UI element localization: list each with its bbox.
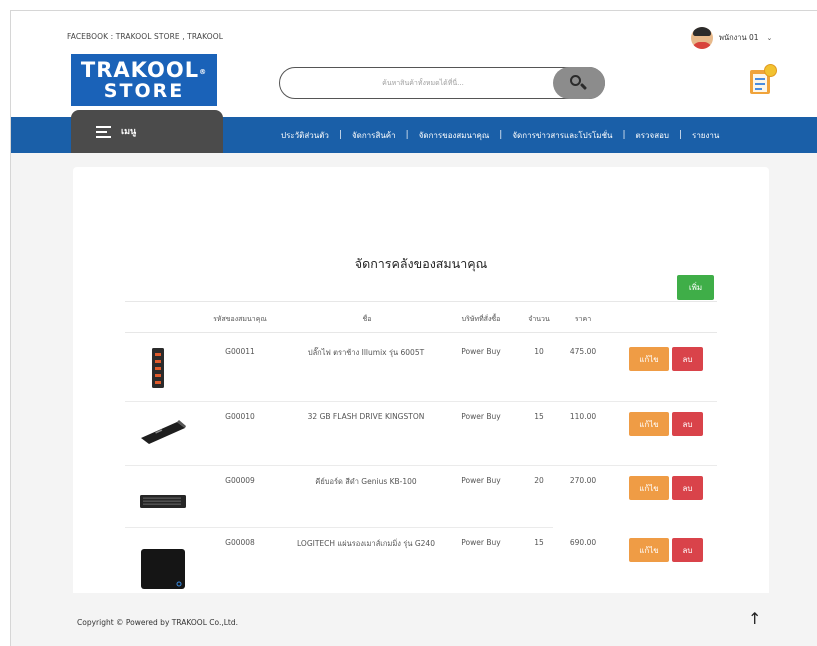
chevron-down-icon[interactable]: ⌄ <box>767 34 773 42</box>
nav-item-products[interactable]: จัดการสินค้า <box>352 129 396 142</box>
copyright-text: Copyright © Powered by TRAKOOL Co.,Ltd. <box>77 618 238 627</box>
search-bar <box>279 67 605 99</box>
flash-drive-image <box>139 418 187 444</box>
logo-line1: TRAKOOL <box>80 58 200 82</box>
nav-separator: | <box>338 130 342 140</box>
gift-name: ปลั๊กไฟ ตราช้าง Illumix รุ่น 6005T <box>307 348 425 357</box>
nav-item-news[interactable]: จัดการข่าวสารและโปรโมชั่น <box>512 129 612 142</box>
store-logo[interactable]: TRAKOOL® STORE <box>71 54 217 106</box>
nav-item-inspect[interactable]: ตรวจสอบ <box>636 129 669 142</box>
nav-separator: | <box>678 130 683 140</box>
gift-company: Power Buy <box>461 347 501 356</box>
arrow-up-icon[interactable]: ↑ <box>748 609 761 628</box>
edit-button[interactable]: แก้ไข <box>629 476 669 500</box>
power-strip-image <box>150 348 166 388</box>
gift-qty: 15 <box>534 412 544 421</box>
table-row: G00010 32 GB FLASH DRIVE KINGSTON Power … <box>125 401 717 465</box>
notification-badge <box>764 64 777 77</box>
nav-separator: | <box>405 130 409 140</box>
edit-button[interactable]: แก้ไข <box>629 538 669 562</box>
avatar <box>691 27 713 49</box>
nav-item-gifts[interactable]: จัดการของสมนาคุณ <box>419 129 490 142</box>
user-name: พนักงาน 01 <box>719 33 759 42</box>
delete-button[interactable]: ลบ <box>672 412 703 436</box>
col-qty: จำนวน <box>528 315 550 323</box>
footer: Copyright © Powered by TRAKOOL Co.,Ltd. … <box>11 593 817 646</box>
table-header: รหัสของสมนาคุณ ชื่อ บริษัทที่สั่งซื้อ จำ… <box>125 301 717 333</box>
edit-button[interactable]: แก้ไข <box>629 412 669 436</box>
gift-company: Power Buy <box>461 476 501 485</box>
gift-code: G00010 <box>225 412 255 421</box>
gift-company: Power Buy <box>461 538 501 547</box>
menu-button[interactable]: เมนู <box>71 110 223 153</box>
add-button[interactable]: เพิ่ม <box>677 275 714 300</box>
gift-price: 690.00 <box>569 538 597 547</box>
gift-code: G00008 <box>225 538 255 547</box>
nav-item-profile[interactable]: ประวัติส่วนตัว <box>281 129 329 142</box>
page-title: จัดการคลังของสมนาคุณ <box>354 256 488 271</box>
gift-code: G00011 <box>225 347 255 356</box>
nav-separator: | <box>499 130 503 140</box>
table-row: G00009 คีย์บอร์ด สีดำ Genius KB-100 Powe… <box>125 465 717 527</box>
top-bar: FACEBOOK : TRAKOOL STORE , TRAKOOL พนักง… <box>11 11 817 57</box>
app-frame: FACEBOOK : TRAKOOL STORE , TRAKOOL พนักง… <box>10 10 817 646</box>
col-price: ราคา <box>574 315 592 323</box>
gift-name: 32 GB FLASH DRIVE KINGSTON <box>307 412 425 421</box>
gift-name: LOGITECH แผ่นรองเมาส์เกมมิ่ง รุ่น G240 <box>297 539 435 548</box>
logo-line2: STORE <box>103 80 185 102</box>
mouse-pad-image <box>141 549 185 589</box>
gift-price: 475.00 <box>569 347 597 356</box>
search-input[interactable] <box>298 75 548 91</box>
user-menu[interactable]: พนักงาน 01 ⌄ <box>691 25 772 51</box>
hamburger-icon <box>96 126 111 141</box>
gift-qty: 10 <box>534 347 544 356</box>
delete-button[interactable]: ลบ <box>672 476 703 500</box>
nav-menu: ประวัติส่วนตัว | จัดการสินค้า | จัดการขอ… <box>281 117 719 153</box>
table-row: G00008 LOGITECH แผ่นรองเมาส์เกมมิ่ง รุ่น… <box>125 527 717 593</box>
gift-price: 110.00 <box>569 412 597 421</box>
col-code: รหัสของสมนาคุณ <box>213 315 267 323</box>
clipboard-icon[interactable] <box>747 64 779 94</box>
gift-company: Power Buy <box>461 412 501 421</box>
gift-price: 270.00 <box>569 476 597 485</box>
menu-label: เมนู <box>121 127 137 137</box>
table-row: G00011 ปลั๊กไฟ ตราช้าง Illumix รุ่น 6005… <box>125 333 717 401</box>
gift-code: G00009 <box>225 476 255 485</box>
nav-item-report[interactable]: รายงาน <box>692 129 719 142</box>
delete-button[interactable]: ลบ <box>672 347 703 371</box>
col-company: บริษัทที่สั่งซื้อ <box>461 315 501 323</box>
nav-separator: | <box>622 130 626 140</box>
col-name: ชื่อ <box>362 315 372 323</box>
gift-qty: 20 <box>534 476 544 485</box>
gift-name: คีย์บอร์ด สีดำ Genius KB-100 <box>315 477 417 486</box>
keyboard-image <box>140 493 186 509</box>
gift-qty: 15 <box>534 538 544 547</box>
logo-reg: ® <box>199 68 208 76</box>
delete-button[interactable]: ลบ <box>672 538 703 562</box>
search-button[interactable] <box>553 67 605 99</box>
gift-inventory-card: จัดการคลังของสมนาคุณ เพิ่ม รหัสของสมนาคุ… <box>73 167 769 597</box>
edit-button[interactable]: แก้ไข <box>629 347 669 371</box>
facebook-text: FACEBOOK : TRAKOOL STORE , TRAKOOL <box>67 32 223 41</box>
